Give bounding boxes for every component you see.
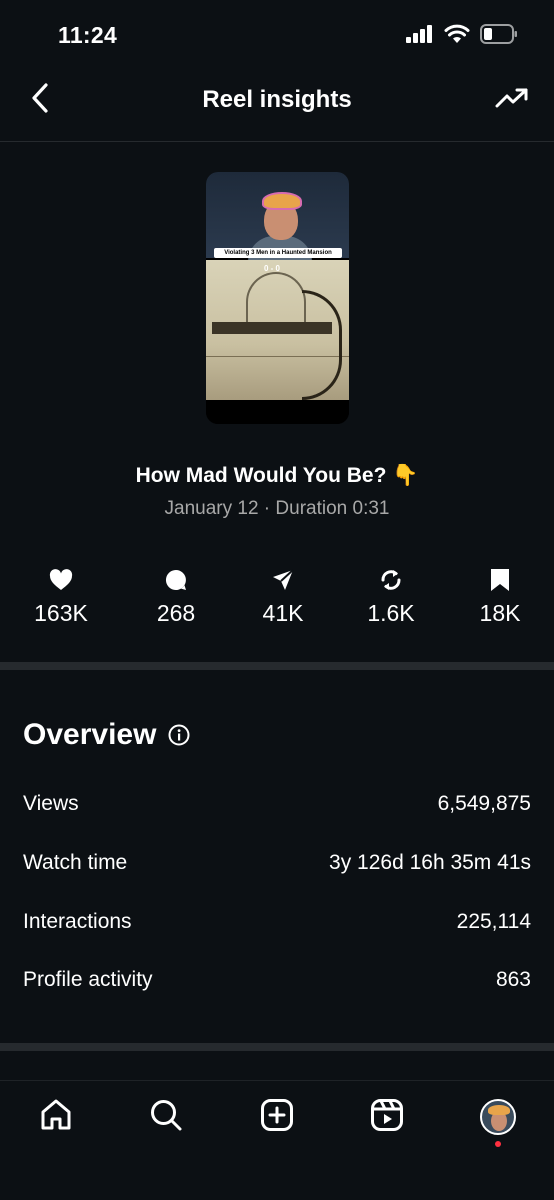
- wifi-icon: [444, 24, 470, 49]
- nav-profile[interactable]: [478, 1097, 518, 1137]
- metric-value: 6,549,875: [437, 792, 531, 815]
- bottom-navigation: [0, 1080, 554, 1200]
- nav-create[interactable]: [257, 1097, 297, 1137]
- status-bar: 11:24: [0, 0, 554, 72]
- create-icon: [260, 1098, 294, 1137]
- header: Reel insights: [0, 72, 554, 142]
- reel-thumbnail[interactable]: Violating 3 Men in a Haunted Mansion 0 -…: [206, 172, 349, 424]
- nav-search[interactable]: [146, 1097, 186, 1137]
- metric-value: 3y 126d 16h 35m 41s: [329, 851, 531, 874]
- comment-icon: [126, 566, 226, 594]
- cellular-signal-icon: [406, 25, 434, 48]
- heart-icon: [11, 566, 111, 594]
- search-icon: [149, 1098, 183, 1137]
- metric-value: 225,114: [456, 910, 531, 933]
- overview-heading: Overview: [23, 718, 190, 752]
- reel-title: How Mad Would You Be? 👇: [135, 464, 419, 487]
- notification-dot: [495, 1141, 501, 1147]
- reposts-stat: 1.6K: [341, 566, 441, 627]
- overview-title: Overview: [23, 718, 157, 751]
- saves-stat: 18K: [450, 566, 550, 627]
- page-title: Reel insights: [202, 86, 352, 113]
- info-icon[interactable]: [168, 724, 190, 746]
- trends-button[interactable]: [494, 84, 530, 116]
- send-icon: [233, 566, 333, 594]
- battery-icon: [480, 24, 518, 49]
- metric-label: Interactions: [23, 910, 132, 933]
- metric-row-views[interactable]: Views 6,549,875: [23, 792, 531, 816]
- reposts-count: 1.6K: [367, 600, 415, 626]
- metric-row-interactions[interactable]: Interactions 225,114: [23, 910, 531, 934]
- repost-icon: [341, 566, 441, 594]
- home-icon: [39, 1098, 73, 1137]
- shares-count: 41K: [262, 600, 304, 626]
- metric-label: Watch time: [23, 851, 128, 874]
- section-divider: [0, 1043, 554, 1051]
- thumbnail-gameplay: 0 - 0: [206, 260, 349, 400]
- thumbnail-webcam: [206, 172, 349, 262]
- reels-icon: [370, 1098, 404, 1137]
- comments-stat: 268: [126, 566, 226, 627]
- section-divider: [0, 662, 554, 670]
- nav-home[interactable]: [36, 1097, 76, 1137]
- metric-label: Profile activity: [23, 968, 153, 991]
- metric-label: Views: [23, 792, 79, 815]
- saves-count: 18K: [479, 600, 521, 626]
- metric-row-profile-activity[interactable]: Profile activity 863: [23, 968, 531, 992]
- trending-up-icon: [495, 87, 529, 114]
- thumbnail-caption: Violating 3 Men in a Haunted Mansion: [214, 248, 342, 258]
- status-time: 11:24: [58, 22, 118, 48]
- bookmark-icon: [450, 566, 550, 594]
- shares-stat: 41K: [233, 566, 333, 627]
- reel-insights-screen: 11:24 Reel insights Violating 3 Men in a…: [0, 0, 554, 1200]
- comments-count: 268: [156, 600, 196, 626]
- metric-value: 863: [495, 968, 531, 991]
- metric-row-watch-time[interactable]: Watch time 3y 126d 16h 35m 41s: [23, 851, 531, 875]
- nav-reels[interactable]: [367, 1097, 407, 1137]
- reel-date-duration: January 12 · Duration 0:31: [164, 498, 390, 519]
- likes-stat: 163K: [11, 566, 111, 627]
- status-icons: [406, 24, 518, 49]
- likes-count: 163K: [34, 600, 88, 626]
- avatar: [480, 1099, 516, 1135]
